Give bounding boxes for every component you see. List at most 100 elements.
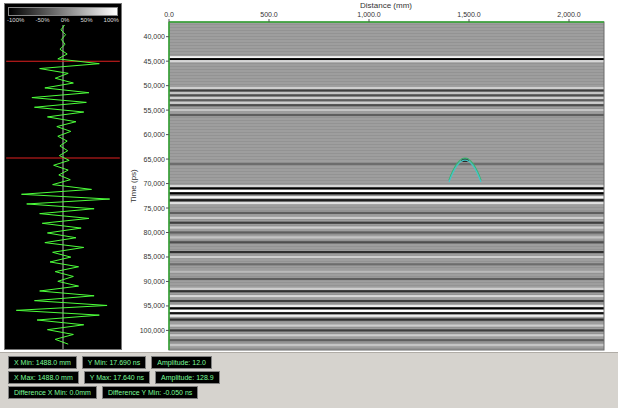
reflector bbox=[169, 324, 604, 326]
y-tick: 80,000 bbox=[144, 229, 169, 236]
x-axis-title: Distance (mm) bbox=[360, 1, 412, 10]
reflector bbox=[169, 222, 604, 224]
reflector bbox=[169, 288, 604, 290]
y-tick: 65,000 bbox=[144, 156, 169, 163]
reflector bbox=[169, 102, 604, 104]
reflector bbox=[169, 217, 604, 219]
y-tick-label: 65,000 bbox=[144, 156, 166, 163]
y-tick: 55,000 bbox=[144, 107, 169, 114]
reflector bbox=[169, 300, 604, 302]
reflector bbox=[169, 231, 604, 233]
gpr-viewer: -100% -50% 0% 50% 100% Distance (mm) Time (ps)… bbox=[0, 0, 618, 408]
plot-frame bbox=[169, 22, 604, 350]
colorbar bbox=[8, 7, 118, 16]
colorbar-tick: 100% bbox=[104, 16, 119, 25]
main-area: -100% -50% 0% 50% 100% Distance (mm) Time (ps)… bbox=[0, 0, 618, 352]
y-tick: 45,000 bbox=[144, 58, 169, 65]
reflector bbox=[169, 94, 604, 96]
status-bar: X Min: 1488.0 mmY Min: 17.690 nsAmplitud… bbox=[0, 352, 618, 408]
y-tick: 95,000 bbox=[144, 302, 169, 309]
reflector bbox=[169, 163, 604, 165]
y-tick: 70,000 bbox=[144, 180, 169, 187]
reflector bbox=[169, 256, 604, 258]
hyperbola-fit-inner[interactable] bbox=[449, 160, 481, 182]
x-tick-label: 0.0 bbox=[164, 11, 174, 18]
x-tick: 1,000.0 bbox=[357, 11, 380, 22]
y-tick-label: 80,000 bbox=[144, 229, 166, 236]
reflector bbox=[169, 236, 604, 238]
reflector bbox=[169, 60, 604, 62]
reflector bbox=[169, 315, 604, 317]
radargram-chart[interactable]: Distance (mm)Time (ps)0.0500.01,000.01,5… bbox=[126, 0, 616, 352]
reflector bbox=[169, 290, 604, 292]
x-tick-label: 1,500.0 bbox=[457, 11, 480, 18]
colorbar-tick: 50% bbox=[80, 16, 92, 25]
reflector bbox=[169, 278, 604, 280]
reflector bbox=[169, 87, 604, 89]
y-tick-label: 55,000 bbox=[144, 107, 166, 114]
y-axis-title: Time (ps) bbox=[129, 169, 138, 203]
colorbar-tick: 0% bbox=[61, 16, 70, 25]
y-tick: 75,000 bbox=[144, 205, 169, 212]
reflector bbox=[169, 97, 604, 99]
status-field: Difference X Min: 0.0mm bbox=[8, 386, 97, 399]
colorbar-ticks: -100% -50% 0% 50% 100% bbox=[7, 16, 119, 25]
y-tick-label: 60,000 bbox=[144, 131, 166, 138]
reflector bbox=[169, 185, 604, 187]
y-tick: 100,000 bbox=[140, 327, 169, 334]
reflector bbox=[169, 212, 604, 214]
reflector bbox=[169, 271, 604, 273]
reflector bbox=[169, 202, 604, 204]
reflector bbox=[169, 319, 604, 321]
reflector bbox=[169, 334, 604, 336]
reflector bbox=[169, 89, 604, 91]
trace-plot[interactable] bbox=[6, 25, 120, 349]
y-tick-label: 45,000 bbox=[144, 58, 166, 65]
reflector bbox=[169, 99, 604, 101]
reflector bbox=[169, 196, 604, 198]
reflector bbox=[169, 241, 604, 243]
reflector bbox=[169, 263, 604, 265]
reflector bbox=[169, 251, 604, 253]
reflector bbox=[169, 187, 604, 189]
reflector bbox=[169, 339, 604, 341]
y-tick-label: 90,000 bbox=[144, 278, 166, 285]
reflector bbox=[169, 344, 604, 346]
y-tick-label: 100,000 bbox=[140, 327, 165, 334]
reflector bbox=[169, 192, 604, 194]
status-row: X Max: 1488.0 mmY Max: 17.640 nsAmplitud… bbox=[8, 371, 610, 384]
reflector bbox=[169, 104, 604, 106]
x-tick: 1,500.0 bbox=[457, 11, 480, 22]
trace-marker[interactable] bbox=[6, 61, 120, 62]
radargram-image bbox=[169, 22, 604, 350]
reflector bbox=[169, 312, 604, 314]
hyperbola-fit[interactable] bbox=[449, 158, 481, 180]
status-field: Amplitude: 128.9 bbox=[155, 371, 220, 384]
reflector bbox=[169, 227, 604, 229]
x-tick-label: 1,000.0 bbox=[357, 11, 380, 18]
reflector bbox=[169, 295, 604, 297]
x-axis-line bbox=[169, 21, 604, 23]
reflector bbox=[169, 56, 604, 58]
y-tick: 40,000 bbox=[144, 33, 169, 40]
y-tick-label: 95,000 bbox=[144, 302, 166, 309]
y-tick: 90,000 bbox=[144, 278, 169, 285]
y-axis-line bbox=[168, 22, 170, 350]
y-tick-label: 75,000 bbox=[144, 205, 166, 212]
status-field: X Max: 1488.0 mm bbox=[8, 371, 79, 384]
colorbar-tick: -100% bbox=[7, 16, 24, 25]
y-tick-label: 40,000 bbox=[144, 33, 166, 40]
reflector bbox=[169, 329, 604, 331]
reflector bbox=[169, 190, 604, 192]
colorbar-tick: -50% bbox=[35, 16, 49, 25]
y-tick: 50,000 bbox=[144, 82, 169, 89]
y-tick-label: 70,000 bbox=[144, 180, 166, 187]
reflector bbox=[169, 305, 604, 307]
status-field: X Min: 1488.0 mm bbox=[8, 356, 77, 369]
status-row: X Min: 1488.0 mmY Min: 17.690 nsAmplitud… bbox=[8, 356, 610, 369]
y-tick: 60,000 bbox=[144, 131, 169, 138]
y-tick-label: 85,000 bbox=[144, 253, 166, 260]
status-field: Difference Y Min: -0.050 ns bbox=[102, 386, 198, 399]
reflector bbox=[169, 199, 604, 201]
trace-wiggle bbox=[16, 25, 109, 344]
